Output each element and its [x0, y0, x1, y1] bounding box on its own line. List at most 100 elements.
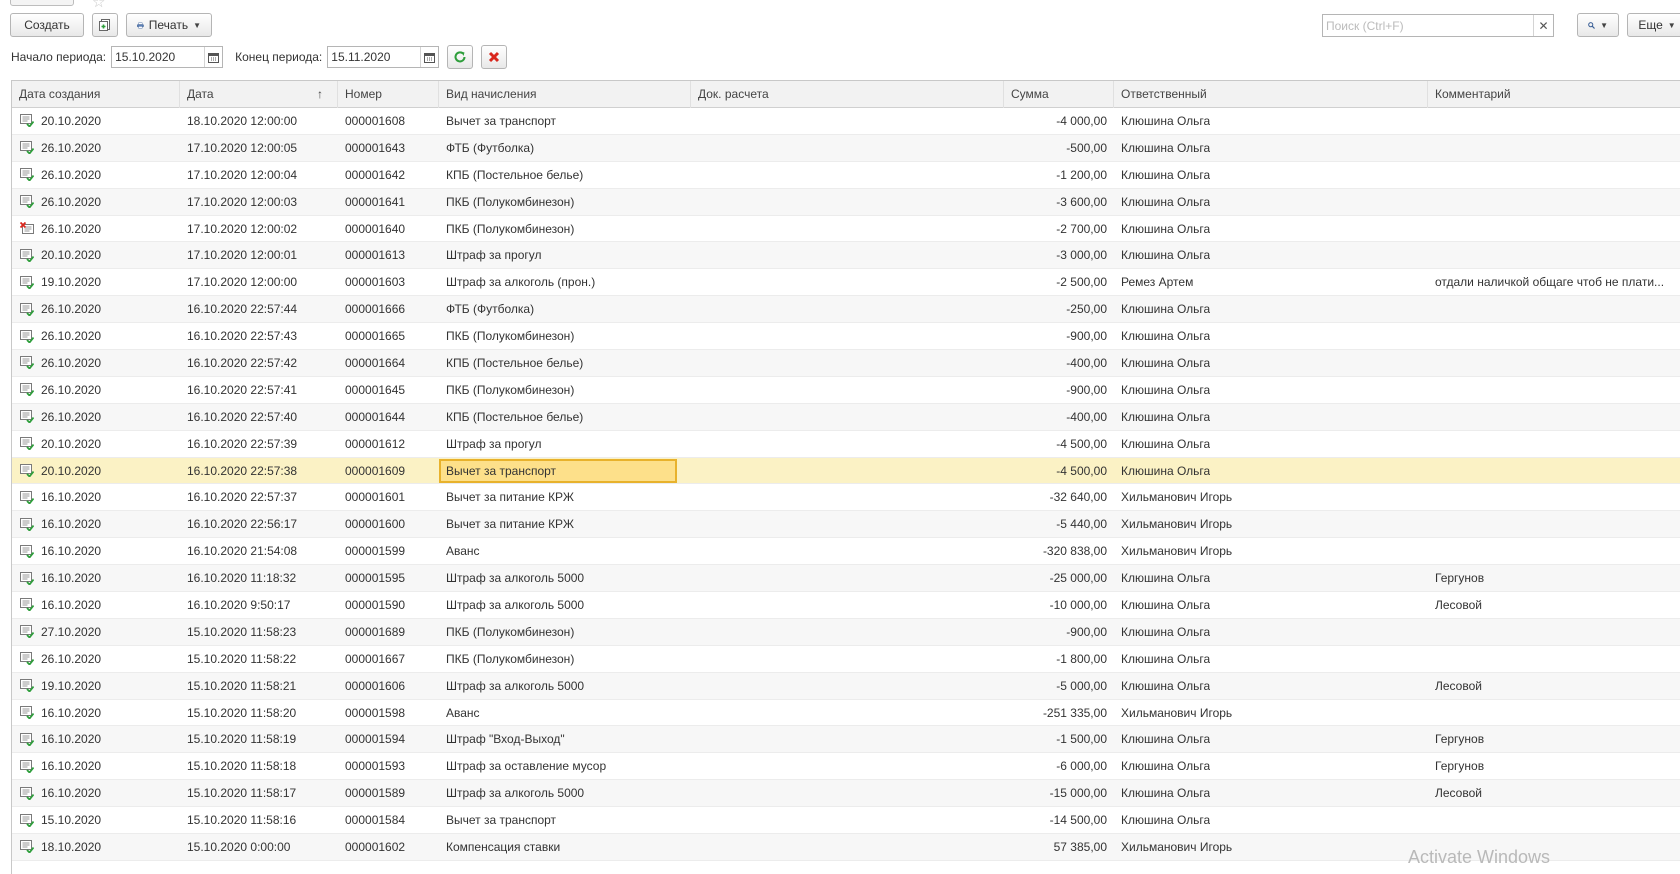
cell-responsible[interactable]: Клюшина Ольга [1114, 404, 1428, 430]
cell-date[interactable]: 16.10.2020 22:57:44 [180, 296, 338, 322]
table-row[interactable]: 16.10.2020 15.10.2020 11:58:19 000001594 Шт… [12, 726, 1680, 754]
cell-created[interactable]: 16.10.2020 [12, 726, 180, 752]
copy-document-button[interactable] [92, 13, 118, 37]
cell-date[interactable]: 16.10.2020 9:50:17 [180, 592, 338, 618]
cell-responsible[interactable]: Клюшина Ольга [1114, 726, 1428, 752]
cell-sum[interactable]: -15 000,00 [1004, 780, 1114, 806]
table-row[interactable]: 26.10.2020 16.10.2020 22:57:40 000001644 КП… [12, 403, 1680, 431]
cell-number[interactable]: 000001601 [338, 484, 439, 510]
cell-doc[interactable] [691, 404, 1004, 430]
header-col-sum[interactable]: Сумма [1004, 81, 1114, 108]
cell-created[interactable]: 16.10.2020 [12, 484, 180, 510]
cell-kind[interactable]: ПКБ (Полукомбинезон) [439, 323, 691, 349]
window-tab[interactable] [10, 0, 74, 6]
cell-responsible[interactable]: Клюшина Ольга [1114, 807, 1428, 833]
cell-responsible[interactable]: Хильманович Игорь [1114, 834, 1428, 860]
cell-number[interactable]: 000001609 [338, 458, 439, 484]
cell-created[interactable]: 27.10.2020 [12, 619, 180, 645]
cell-kind[interactable]: Аванс [439, 538, 691, 564]
cell-comment[interactable] [1428, 700, 1680, 726]
cell-responsible[interactable]: Клюшина Ольга [1114, 296, 1428, 322]
cell-comment[interactable] [1428, 807, 1680, 833]
cell-sum[interactable]: 57 385,00 [1004, 834, 1114, 860]
cell-doc[interactable] [691, 700, 1004, 726]
cell-sum[interactable]: -4 500,00 [1004, 431, 1114, 457]
table-row[interactable]: 16.10.2020 16.10.2020 9:50:17 000001590 Штр… [12, 592, 1680, 619]
cell-sum[interactable]: -900,00 [1004, 323, 1114, 349]
cell-kind[interactable]: Штраф за оставление мусор [439, 753, 691, 779]
cell-date[interactable]: 16.10.2020 22:57:40 [180, 404, 338, 430]
cell-kind[interactable]: Вычет за транспорт [439, 458, 691, 484]
cell-comment[interactable] [1428, 135, 1680, 161]
cell-number[interactable]: 000001643 [338, 135, 439, 161]
cell-created[interactable]: 20.10.2020 [12, 242, 180, 268]
cell-created[interactable]: 16.10.2020 [12, 753, 180, 779]
cell-sum[interactable]: -900,00 [1004, 619, 1114, 645]
table-row[interactable]: 16.10.2020 16.10.2020 11:18:32 000001595 Шт… [12, 565, 1680, 593]
cell-kind[interactable]: Вычет за транспорт [439, 108, 691, 134]
cell-kind[interactable]: Штраф за алкоголь 5000 [439, 673, 691, 699]
cell-doc[interactable] [691, 108, 1004, 134]
cell-number[interactable]: 000001642 [338, 162, 439, 188]
cell-doc[interactable] [691, 646, 1004, 672]
cell-date[interactable]: 18.10.2020 12:00:00 [180, 108, 338, 134]
favorite-star-icon[interactable]: ☆ [92, 0, 105, 11]
cell-comment[interactable] [1428, 296, 1680, 322]
cell-doc[interactable] [691, 592, 1004, 618]
cell-responsible[interactable]: Клюшина Ольга [1114, 592, 1428, 618]
cell-doc[interactable] [691, 431, 1004, 457]
cell-comment[interactable] [1428, 646, 1680, 672]
header-col-created[interactable]: Дата создания [12, 81, 180, 108]
cell-date[interactable]: 17.10.2020 12:00:01 [180, 242, 338, 268]
cell-responsible[interactable]: Клюшина Ольга [1114, 646, 1428, 672]
header-col-kind[interactable]: Вид начисления [439, 81, 691, 108]
cell-doc[interactable] [691, 511, 1004, 537]
cell-created[interactable]: 16.10.2020 [12, 592, 180, 618]
cell-sum[interactable]: -1 200,00 [1004, 162, 1114, 188]
cell-comment[interactable] [1428, 619, 1680, 645]
cell-comment[interactable]: Гергунов [1428, 753, 1680, 779]
cell-date[interactable]: 15.10.2020 11:58:16 [180, 807, 338, 833]
cell-doc[interactable] [691, 726, 1004, 752]
cell-created[interactable]: 16.10.2020 [12, 565, 180, 591]
cell-sum[interactable]: -251 335,00 [1004, 700, 1114, 726]
header-col-number[interactable]: Номер [338, 81, 439, 108]
cell-created[interactable]: 26.10.2020 [12, 350, 180, 376]
cell-doc[interactable] [691, 673, 1004, 699]
cell-number[interactable]: 000001603 [338, 269, 439, 295]
cell-comment[interactable] [1428, 323, 1680, 349]
cell-doc[interactable] [691, 565, 1004, 591]
cell-number[interactable]: 000001595 [338, 565, 439, 591]
cell-kind[interactable]: Вычет за питание КРЖ [439, 511, 691, 537]
cell-number[interactable]: 000001664 [338, 350, 439, 376]
cell-created[interactable]: 19.10.2020 [12, 269, 180, 295]
cell-created[interactable]: 20.10.2020 [12, 458, 180, 484]
cell-responsible[interactable]: Клюшина Ольга [1114, 753, 1428, 779]
cell-date[interactable]: 17.10.2020 12:00:03 [180, 189, 338, 215]
table-row[interactable]: 20.10.2020 17.10.2020 12:00:01 000001613 Шт… [12, 242, 1680, 270]
search-input[interactable]: Поиск (Ctrl+F) [1323, 19, 1533, 33]
cell-comment[interactable] [1428, 484, 1680, 510]
focused-cell[interactable]: Вычет за транспорт [439, 458, 677, 483]
table-row[interactable]: 16.10.2020 15.10.2020 11:58:20 000001598 Ав… [12, 699, 1680, 727]
cell-number[interactable]: 000001589 [338, 780, 439, 806]
cell-created[interactable]: 16.10.2020 [12, 700, 180, 726]
cell-number[interactable]: 000001666 [338, 296, 439, 322]
cell-created[interactable]: 26.10.2020 [12, 323, 180, 349]
cell-kind[interactable]: Компенсация ставки [439, 834, 691, 860]
cell-number[interactable]: 000001594 [338, 726, 439, 752]
cell-kind[interactable]: КПБ (Постельное белье) [439, 162, 691, 188]
table-row[interactable]: 19.10.2020 17.10.2020 12:00:00 000001603 Шт… [12, 269, 1680, 297]
cell-created[interactable]: 26.10.2020 [12, 189, 180, 215]
cell-comment[interactable]: Гергунов [1428, 726, 1680, 752]
cell-sum[interactable]: -1 500,00 [1004, 726, 1114, 752]
cell-sum[interactable]: -1 800,00 [1004, 646, 1114, 672]
cell-doc[interactable] [691, 135, 1004, 161]
cell-created[interactable]: 26.10.2020 [12, 296, 180, 322]
cell-date[interactable]: 15.10.2020 11:58:23 [180, 619, 338, 645]
cell-kind[interactable]: Штраф "Вход-Выход" [439, 726, 691, 752]
cell-comment[interactable] [1428, 216, 1680, 242]
cell-number[interactable]: 000001640 [338, 216, 439, 242]
cell-comment[interactable] [1428, 538, 1680, 564]
refresh-button[interactable] [447, 45, 474, 69]
